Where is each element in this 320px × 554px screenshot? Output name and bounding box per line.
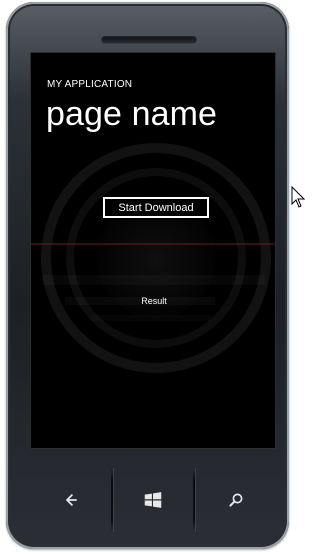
phone-frame: MY APPLICATION page name Start Download … <box>6 2 289 549</box>
hardware-navigation-bar <box>30 468 276 532</box>
start-download-button[interactable]: Start Download <box>103 197 209 218</box>
app-title: MY APPLICATION <box>47 79 133 90</box>
back-key[interactable] <box>30 468 111 532</box>
start-key[interactable] <box>113 468 194 532</box>
search-key[interactable] <box>195 468 276 532</box>
windows-logo-icon <box>144 492 162 508</box>
search-icon <box>229 493 243 507</box>
app-screen: MY APPLICATION page name Start Download … <box>30 52 276 449</box>
back-arrow-icon <box>66 494 78 506</box>
page-title: page name <box>46 95 218 133</box>
result-text: Result <box>141 296 167 306</box>
speaker-grille <box>101 36 197 44</box>
mouse-cursor-icon <box>291 186 305 208</box>
